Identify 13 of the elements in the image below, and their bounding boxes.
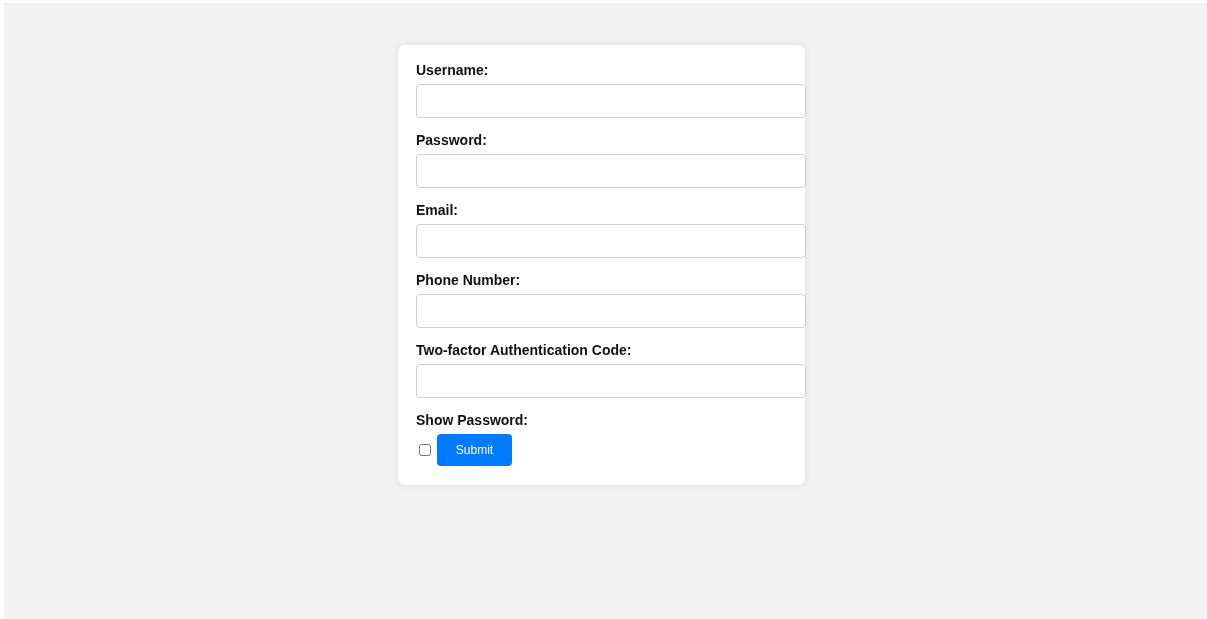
- field-label: Phone Number:: [416, 272, 521, 289]
- submit-button[interactable]: Submit: [437, 434, 512, 466]
- field-label: Email:: [416, 202, 458, 219]
- show-password-label: Show Password:: [416, 412, 529, 429]
- input-field[interactable]: [416, 84, 806, 118]
- field-label: Two-factor Authentication Code:: [416, 342, 632, 359]
- field-label: Username:: [416, 62, 489, 79]
- input-field[interactable]: [416, 294, 806, 328]
- show-password-checkbox[interactable]: [419, 444, 431, 456]
- input-field[interactable]: [416, 154, 806, 188]
- field-label: Password:: [416, 132, 487, 149]
- input-field[interactable]: [416, 224, 806, 258]
- input-field[interactable]: [416, 364, 806, 398]
